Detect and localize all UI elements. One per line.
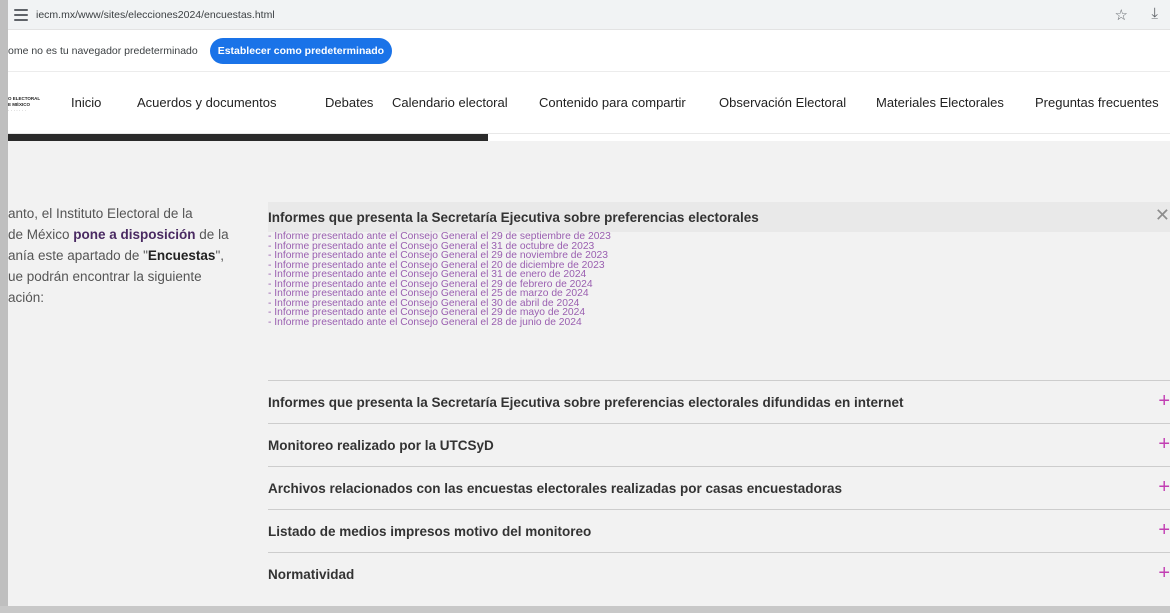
site-navbar: O ELECTORAL E MÉXICO · · · · · · · Inici… <box>8 72 1170 134</box>
default-browser-infobar: ome no es tu navegador predeterminado Es… <box>8 30 1170 72</box>
intro-line-4: ue podrán encontrar la siguiente <box>8 269 202 284</box>
accordion-item-title[interactable]: Monitoreo realizado por la UTCSyD <box>268 438 494 453</box>
intro-text: ", <box>215 248 224 263</box>
accordion-item-internet[interactable]: Informes que presenta la Secretaría Ejec… <box>268 380 1170 423</box>
nav-acuerdos-documentos[interactable]: Acuerdos y documentos <box>137 95 276 110</box>
logo-line-1: O ELECTORAL <box>8 96 41 101</box>
accordion-item-archivos[interactable]: Archivos relacionados con las encuestas … <box>268 466 1170 509</box>
browser-address-bar[interactable]: iecm.mx/www/sites/elecciones2024/encuest… <box>8 0 1170 30</box>
set-default-button[interactable]: Establecer como predeterminado <box>209 37 393 64</box>
accordion-open-header[interactable]: Informes que presenta la Secretaría Ejec… <box>268 202 1170 232</box>
plus-icon[interactable]: + <box>1158 520 1170 540</box>
report-link[interactable]: - Informe presentado ante el Consejo Gen… <box>268 317 968 328</box>
nav-debates[interactable]: Debates <box>325 95 373 110</box>
accordion-item-monitoreo[interactable]: Monitoreo realizado por la UTCSyD + <box>268 423 1170 466</box>
window-shadow-bottom <box>0 606 1170 613</box>
nav-observacion-electoral[interactable]: Observación Electoral <box>719 95 846 110</box>
plus-icon[interactable]: + <box>1158 391 1170 411</box>
window-shadow-left <box>0 0 8 613</box>
close-icon[interactable]: ✕ <box>1155 206 1170 224</box>
accordion-item-title[interactable]: Informes que presenta la Secretaría Ejec… <box>268 395 904 410</box>
intro-text: anía este apartado de " <box>8 248 148 263</box>
nav-preguntas-frecuentes[interactable]: Preguntas frecuentes <box>1035 95 1159 110</box>
site-info-icon[interactable] <box>14 8 28 21</box>
intro-text: de México <box>8 227 74 242</box>
logo-line-3: · · · · · · · <box>8 108 26 113</box>
accordion-open-title[interactable]: Informes que presenta la Secretaría Ejec… <box>268 210 759 225</box>
accordion-item-normatividad[interactable]: Normatividad + <box>268 552 1170 595</box>
nav-calendario-electoral[interactable]: Calendario electoral <box>392 95 508 110</box>
plus-icon[interactable]: + <box>1158 563 1170 583</box>
report-link-list: - Informe presentado ante el Consejo Gen… <box>268 232 968 327</box>
accordion-item-title[interactable]: Archivos relacionados con las encuestas … <box>268 481 842 496</box>
infobar-message: ome no es tu navegador predeterminado <box>8 44 198 57</box>
accordion-item-title[interactable]: Normatividad <box>268 567 354 582</box>
logo-line-2: E MÉXICO <box>8 102 31 107</box>
plus-icon[interactable]: + <box>1158 434 1170 454</box>
intro-encuestas: Encuestas <box>147 248 216 263</box>
url-text[interactable]: iecm.mx/www/sites/elecciones2024/encuest… <box>36 9 275 21</box>
nav-inicio[interactable]: Inicio <box>71 95 101 110</box>
plus-icon[interactable]: + <box>1158 477 1170 497</box>
intro-emphasis: pone a disposición <box>73 227 196 242</box>
star-icon[interactable]: ☆ <box>1115 6 1128 24</box>
intro-line-3: anía este apartado de "Encuestas", <box>8 245 258 266</box>
accordion-item-medios-impresos[interactable]: Listado de medios impresos motivo del mo… <box>268 509 1170 552</box>
download-icon[interactable]: ⤓ <box>1151 5 1158 22</box>
nav-contenido-compartir[interactable]: Contenido para compartir <box>539 95 686 110</box>
intro-paragraph: anto, el Instituto Electoral de la de Mé… <box>8 203 258 308</box>
accordion-item-title[interactable]: Listado de medios impresos motivo del mo… <box>268 524 591 539</box>
intro-text: de la <box>195 227 229 242</box>
intro-line-5: ación: <box>8 290 45 305</box>
intro-line-2: de México pone a disposición de la <box>8 224 258 245</box>
intro-line-1: anto, el Instituto Electoral de la <box>8 206 193 221</box>
iecm-logo[interactable]: O ELECTORAL E MÉXICO · · · · · · · <box>8 96 56 114</box>
nav-materiales-electorales[interactable]: Materiales Electorales <box>876 95 1004 110</box>
hero-image-strip <box>8 134 488 141</box>
main-content: anto, el Instituto Electoral de la de Mé… <box>8 141 1170 606</box>
